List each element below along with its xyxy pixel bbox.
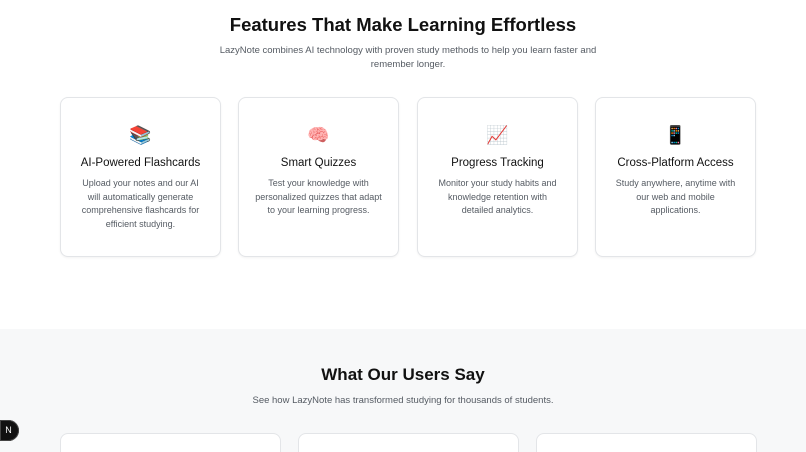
feature-card-cross-platform: 📱 Cross-Platform Access Study anywhere, …: [595, 97, 756, 257]
feature-card-progress: 📈 Progress Tracking Monitor your study h…: [417, 97, 578, 257]
chart-increasing-icon: 📈: [486, 125, 509, 145]
feature-card-title: Progress Tracking: [451, 157, 544, 169]
feature-card-description: Upload your notes and our AI will automa…: [81, 178, 200, 229]
feature-card-title: AI-Powered Flashcards: [80, 157, 201, 169]
testimonials-subheading: See how LazyNote has transformed studyin…: [252, 395, 554, 406]
feature-card-title: Smart Quizzes: [280, 157, 357, 169]
features-subheading: LazyNote combines AI technology with pro…: [219, 45, 597, 70]
feature-card-flashcards: 📚 AI-Powered Flashcards Upload your note…: [60, 97, 221, 257]
feature-card-title: Cross-Platform Access: [617, 157, 734, 169]
books-icon: 📚: [129, 125, 152, 145]
brain-icon: 🧠: [307, 125, 330, 145]
testimonial-card: [298, 433, 519, 452]
mobile-phone-icon: 📱: [664, 125, 687, 145]
feature-card-quizzes: 🧠 Smart Quizzes Test your knowledge with…: [238, 97, 399, 257]
feature-card-description: Monitor your study habits and knowledge …: [438, 178, 557, 215]
features-section: Features That Make Learning Effortless L…: [0, 0, 806, 329]
testimonial-card: [60, 433, 281, 452]
testimonials-section: What Our Users Say See how LazyNote has …: [0, 329, 806, 452]
feature-card-description: Test your knowledge with personalized qu…: [255, 178, 382, 215]
feature-card-description: Study anywhere, anytime with our web and…: [615, 178, 736, 215]
testimonials-heading: What Our Users Say: [321, 365, 485, 384]
features-heading: Features That Make Learning Effortless: [229, 14, 577, 35]
testimonial-card: [536, 433, 757, 452]
